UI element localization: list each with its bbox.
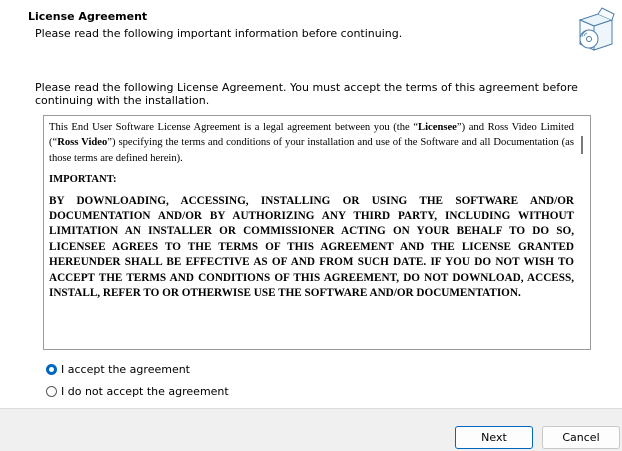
license-paragraph-1: This End User Software License Agreement…: [49, 120, 574, 166]
important-label: IMPORTANT:: [49, 174, 117, 186]
important-heading: IMPORTANT:: [49, 172, 574, 187]
accept-option[interactable]: I accept the agreement: [46, 361, 190, 377]
page-subtitle: Please read the following important info…: [35, 27, 403, 40]
license-p1-part-a: This End User Software License Agreement…: [49, 122, 419, 133]
license-text: This End User Software License Agreement…: [49, 120, 574, 307]
intro-text: Please read the following License Agreem…: [35, 81, 578, 107]
license-caps-paragraph: BY DOWNLOADING, ACCESSING, INSTALLING OR…: [49, 194, 574, 300]
next-button[interactable]: Next: [455, 426, 533, 449]
scrollbar-thumb[interactable]: [581, 136, 583, 154]
license-p1-part-c: ”) specifying the terms and conditions o…: [49, 137, 574, 164]
licensee-term: Licensee: [418, 122, 457, 133]
ross-video-term: Ross Video: [57, 137, 108, 149]
wizard-footer: Next Cancel: [0, 409, 622, 451]
page-title: License Agreement: [28, 10, 148, 23]
decline-option[interactable]: I do not accept the agreement: [46, 383, 229, 399]
accept-label[interactable]: I accept the agreement: [61, 363, 190, 376]
wizard-header: License Agreement Please read the follow…: [0, 0, 622, 58]
decline-radio[interactable]: [46, 385, 57, 397]
accept-radio[interactable]: [46, 363, 57, 375]
software-box-icon: [578, 7, 615, 51]
license-text-box[interactable]: This End User Software License Agreement…: [43, 115, 591, 350]
decline-label[interactable]: I do not accept the agreement: [61, 385, 229, 398]
cancel-button[interactable]: Cancel: [542, 426, 620, 449]
